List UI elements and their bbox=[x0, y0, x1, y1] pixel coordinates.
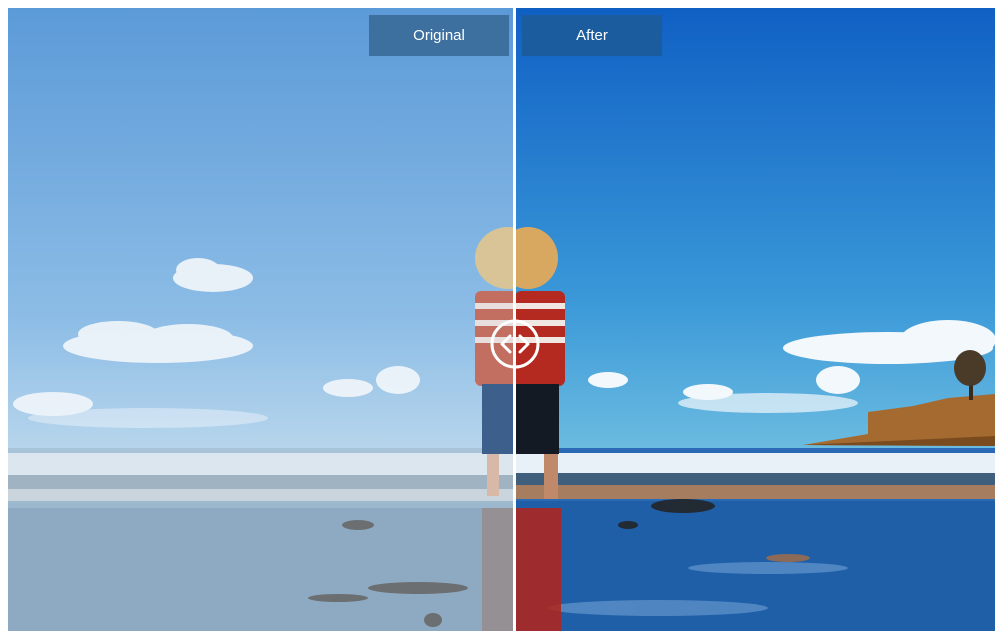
original-label-button[interactable]: Original bbox=[369, 15, 509, 56]
original-image-pane bbox=[8, 8, 515, 631]
after-label-button[interactable]: After bbox=[522, 15, 662, 56]
after-image-pane bbox=[515, 8, 995, 631]
before-after-viewer[interactable]: Original After bbox=[8, 8, 995, 631]
original-beach-photo bbox=[8, 8, 515, 631]
compare-arrows-icon bbox=[490, 319, 540, 369]
after-beach-photo bbox=[515, 8, 995, 631]
slider-handle[interactable] bbox=[489, 318, 541, 370]
